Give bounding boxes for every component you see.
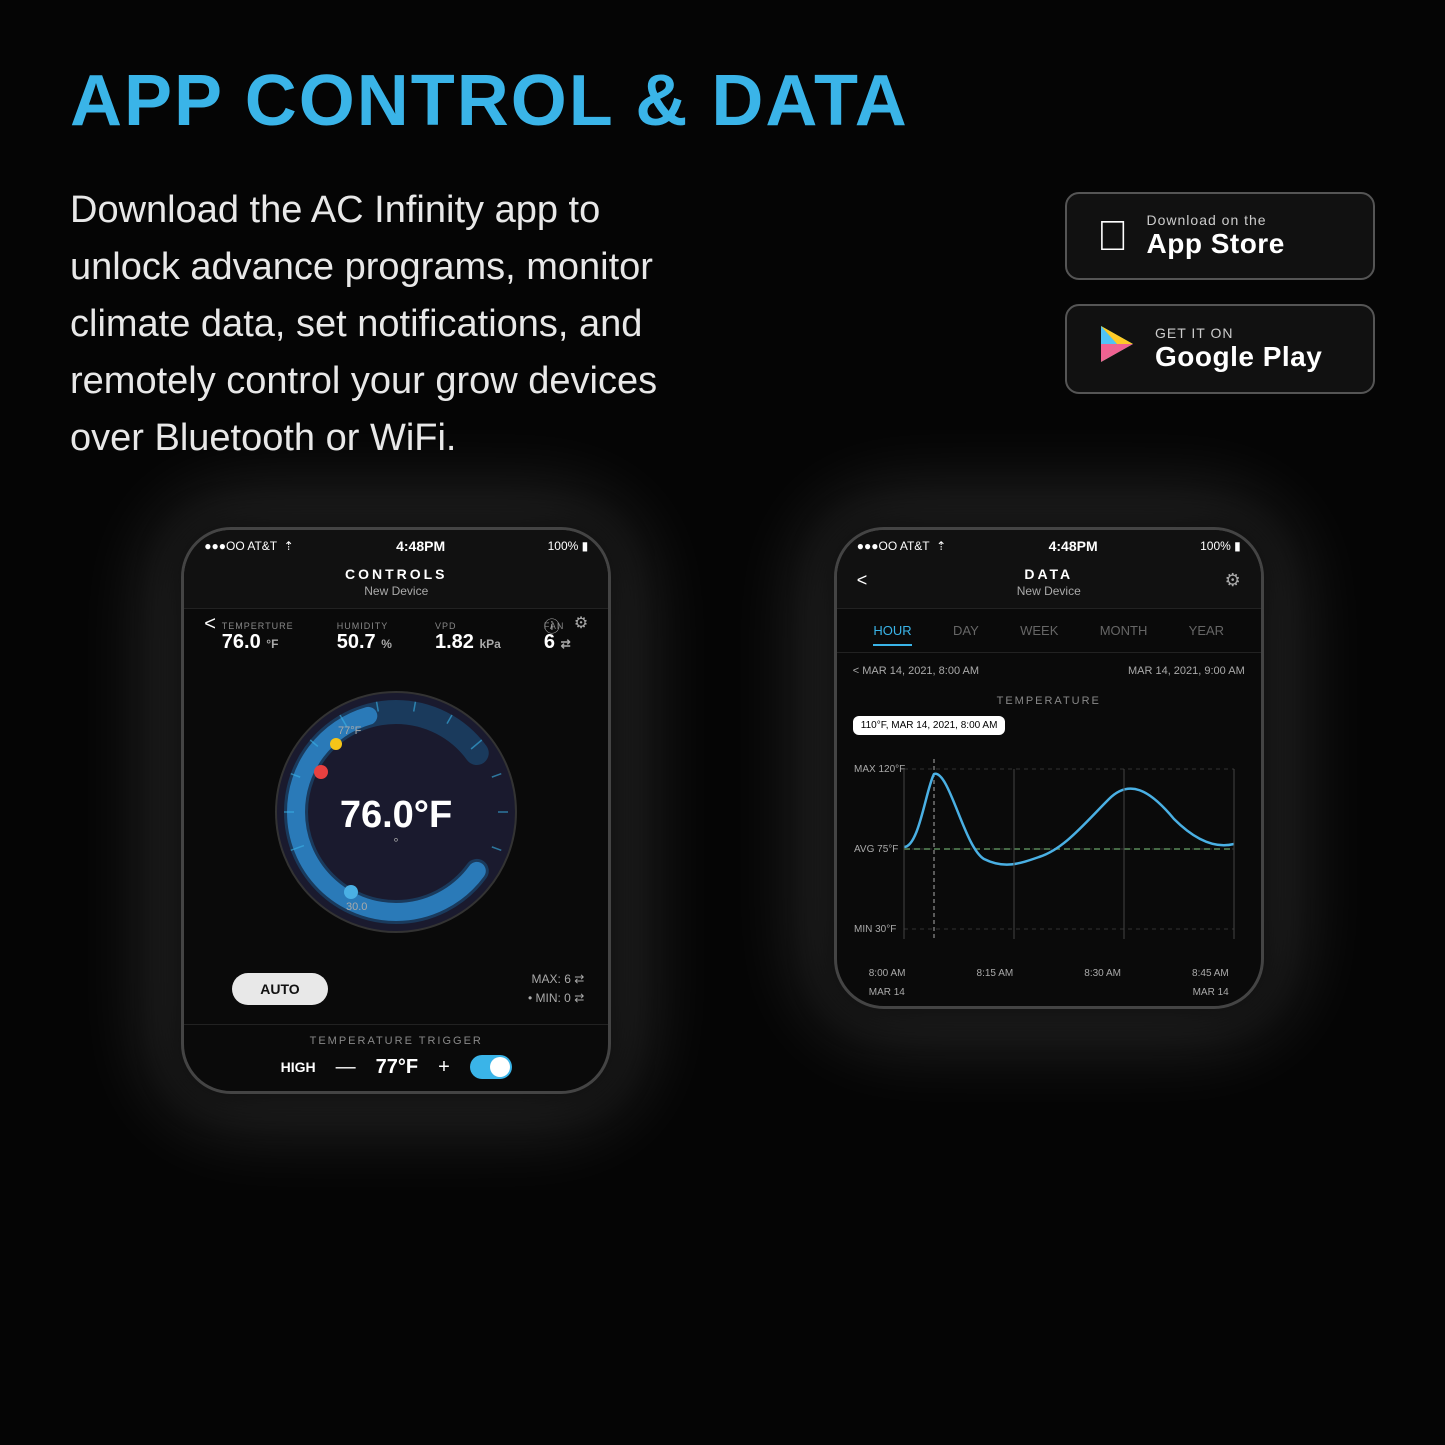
google-play-sub-label: GET IT ON bbox=[1155, 325, 1322, 341]
x-label-2: 8:15 AM bbox=[977, 968, 1014, 979]
app-store-sub-label: Download on the bbox=[1147, 212, 1285, 228]
temperature-gauge: 76.0°F ° 77°F 30.0 bbox=[184, 662, 608, 962]
stat-humidity: HUMIDITY 50.7 % bbox=[337, 621, 392, 654]
controls-phone: ●●●OO AT&T ⇡ 4:48PM 100% ▮ < CONTROLS Ne… bbox=[181, 527, 611, 1094]
description-text: Download the AC Infinity app to unlock a… bbox=[70, 182, 690, 467]
settings-icon[interactable]: ⚙ bbox=[574, 613, 588, 637]
svg-text:76.0°F: 76.0°F bbox=[340, 794, 452, 836]
info-icon[interactable]: ⓘ bbox=[544, 613, 560, 637]
temperature-trigger: TEMPERATURE TRIGGER HIGH — 77°F + bbox=[184, 1024, 608, 1091]
date-left: < MAR 14, 2021, 8:00 AM bbox=[853, 665, 979, 677]
svg-text:MIN 30°F: MIN 30°F bbox=[854, 924, 896, 935]
controls-header: < CONTROLS New Device ⓘ ⚙ bbox=[184, 558, 608, 609]
data-status-right: 100% ▮ bbox=[1200, 539, 1241, 553]
x-date-1: MAR 14 bbox=[869, 987, 905, 998]
x-label-1: 8:00 AM bbox=[869, 968, 906, 979]
phones-section: ●●●OO AT&T ⇡ 4:48PM 100% ▮ < CONTROLS Ne… bbox=[70, 527, 1375, 1094]
svg-text:77°F: 77°F bbox=[338, 725, 362, 737]
google-play-text: GET IT ON Google Play bbox=[1155, 325, 1322, 373]
page-title: APP CONTROL & DATA bbox=[70, 60, 1375, 142]
chart-title: TEMPERATURE bbox=[853, 695, 1245, 707]
tab-week[interactable]: WEEK bbox=[1020, 623, 1058, 646]
stat-temperature: TEMPERTURE 76.0 °F bbox=[222, 621, 294, 654]
trigger-type-label: HIGH bbox=[281, 1059, 316, 1075]
date-right: MAR 14, 2021, 9:00 AM bbox=[1128, 665, 1245, 677]
chart-x-labels: 8:00 AM 8:15 AM 8:30 AM 8:45 AM bbox=[853, 964, 1245, 983]
google-play-button[interactable]: GET IT ON Google Play bbox=[1065, 304, 1375, 394]
data-status-left: ●●●OO AT&T ⇡ bbox=[857, 539, 946, 553]
svg-text:30.0: 30.0 bbox=[346, 901, 367, 913]
temperature-chart-svg: MAX 120°F AVG 75°F MIN 30°F bbox=[853, 739, 1245, 959]
data-status-bar: ●●●OO AT&T ⇡ 4:48PM 100% ▮ bbox=[837, 530, 1261, 558]
app-store-text: Download on the App Store bbox=[1147, 212, 1285, 260]
trigger-row: HIGH — 77°F + bbox=[184, 1055, 608, 1079]
svg-text:°: ° bbox=[394, 835, 399, 850]
data-chart-area: TEMPERATURE 110°F, MAR 14, 2021, 8:00 AM… bbox=[837, 685, 1261, 1006]
controls-status-left: ●●●OO AT&T ⇡ bbox=[204, 539, 293, 553]
tab-year[interactable]: YEAR bbox=[1189, 623, 1224, 646]
chart-x-bottom: MAR 14 MAR 14 bbox=[853, 983, 1245, 1006]
trigger-value-display: 77°F bbox=[376, 1056, 418, 1079]
store-buttons:  Download on the App Store bbox=[1065, 192, 1375, 394]
controls-screen-sub: New Device bbox=[204, 584, 588, 598]
controls-header-icons: ⓘ ⚙ bbox=[544, 613, 588, 637]
max-display: MAX: 6 ⇄ bbox=[528, 970, 584, 989]
tab-hour[interactable]: HOUR bbox=[873, 623, 911, 646]
app-store-button[interactable]:  Download on the App Store bbox=[1065, 192, 1375, 280]
tab-month[interactable]: MONTH bbox=[1100, 623, 1148, 646]
data-back-button[interactable]: < bbox=[857, 570, 868, 591]
x-label-4: 8:45 AM bbox=[1192, 968, 1229, 979]
controls-status-bar: ●●●OO AT&T ⇡ 4:48PM 100% ▮ bbox=[184, 530, 608, 558]
x-date-4: MAR 14 bbox=[1193, 987, 1229, 998]
trigger-toggle[interactable] bbox=[470, 1055, 512, 1079]
app-store-main-label: App Store bbox=[1147, 228, 1285, 260]
data-phone-wrapper: ●●●OO AT&T ⇡ 4:48PM 100% ▮ < DATA New De… bbox=[834, 527, 1264, 1009]
x-label-3: 8:30 AM bbox=[1084, 968, 1121, 979]
svg-text:AVG 75°F: AVG 75°F bbox=[854, 844, 898, 855]
controls-bottom-row: AUTO MAX: 6 ⇄ • MIN: 0 ⇄ bbox=[184, 962, 608, 1024]
data-header: < DATA New Device ⚙ bbox=[837, 558, 1261, 609]
controls-status-right: 100% ▮ bbox=[548, 539, 589, 553]
google-play-main-label: Google Play bbox=[1155, 341, 1322, 373]
data-status-center: 4:48PM bbox=[1049, 538, 1098, 554]
controls-phone-wrapper: ●●●OO AT&T ⇡ 4:48PM 100% ▮ < CONTROLS Ne… bbox=[181, 527, 611, 1094]
google-play-icon bbox=[1097, 324, 1137, 374]
max-min-display: MAX: 6 ⇄ • MIN: 0 ⇄ bbox=[528, 970, 584, 1008]
controls-status-center: 4:48PM bbox=[396, 538, 445, 554]
trigger-plus-button[interactable]: + bbox=[438, 1056, 450, 1079]
data-tabs: HOUR DAY WEEK MONTH YEAR bbox=[837, 609, 1261, 653]
page: APP CONTROL & DATA Download the AC Infin… bbox=[0, 0, 1445, 1445]
data-screen-title: DATA bbox=[857, 566, 1241, 582]
trigger-label: TEMPERATURE TRIGGER bbox=[184, 1035, 608, 1047]
tab-day[interactable]: DAY bbox=[953, 623, 979, 646]
min-display: • MIN: 0 ⇄ bbox=[528, 989, 584, 1008]
data-screen-sub: New Device bbox=[857, 584, 1241, 598]
chart-tooltip: 110°F, MAR 14, 2021, 8:00 AM bbox=[853, 716, 1006, 735]
data-phone: ●●●OO AT&T ⇡ 4:48PM 100% ▮ < DATA New De… bbox=[834, 527, 1264, 1009]
top-section: Download the AC Infinity app to unlock a… bbox=[70, 182, 1375, 467]
stat-vpd: VPD 1.82 kPa bbox=[435, 621, 501, 654]
auto-button[interactable]: AUTO bbox=[232, 973, 327, 1005]
gauge-svg: 76.0°F ° 77°F 30.0 bbox=[256, 672, 536, 952]
data-date-range: < MAR 14, 2021, 8:00 AM MAR 14, 2021, 9:… bbox=[837, 653, 1261, 685]
apple-icon:  bbox=[1097, 212, 1129, 260]
data-settings-icon[interactable]: ⚙ bbox=[1225, 570, 1241, 591]
svg-text:MAX 120°F: MAX 120°F bbox=[854, 764, 905, 775]
trigger-minus-button[interactable]: — bbox=[336, 1056, 356, 1079]
controls-screen-title: CONTROLS bbox=[204, 566, 588, 582]
controls-back-button[interactable]: < bbox=[204, 613, 216, 636]
